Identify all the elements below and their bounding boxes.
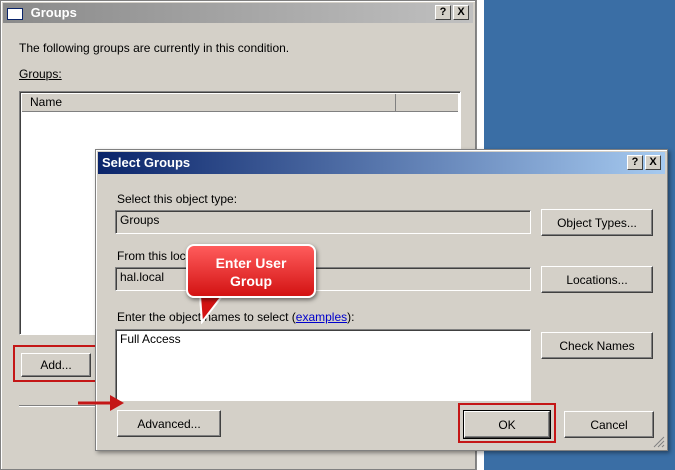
callout-bubble: Enter User Group (186, 244, 316, 298)
groups-title: Groups (30, 5, 77, 20)
close-button[interactable]: X (453, 5, 469, 20)
advanced-button[interactable]: Advanced... (117, 410, 221, 437)
ok-highlight (458, 403, 556, 443)
object-types-button[interactable]: Object Types... (541, 209, 653, 236)
object-type-field: Groups (115, 210, 531, 234)
callout-tail-icon (198, 296, 224, 324)
dialog-title: Select Groups (102, 155, 191, 170)
groups-list-label: Groups: (19, 67, 62, 81)
dialog-close-button[interactable]: X (645, 155, 661, 170)
resize-grip-icon[interactable] (651, 434, 665, 448)
help-button[interactable]: ? (435, 5, 451, 20)
dialog-titlebar: Select Groups ? X (98, 152, 665, 174)
groups-description: The following groups are currently in th… (19, 41, 290, 55)
object-type-label: Select this object type: (117, 192, 238, 206)
dialog-help-button[interactable]: ? (627, 155, 643, 170)
groups-titlebar: Groups ? X (3, 3, 473, 23)
cancel-button[interactable]: Cancel (564, 411, 654, 438)
window-icon (7, 7, 23, 20)
list-header: Name (22, 94, 458, 112)
locations-button[interactable]: Locations... (541, 266, 653, 293)
select-groups-dialog: Select Groups ? X Select this object typ… (95, 149, 668, 451)
object-names-label-suffix: ): (347, 310, 355, 324)
check-names-button[interactable]: Check Names (541, 332, 653, 359)
arrow-icon (78, 395, 124, 411)
object-names-label: Enter the object names to select (exampl… (117, 310, 354, 324)
examples-link[interactable]: examples (296, 310, 347, 324)
add-highlight (13, 345, 97, 382)
column-header-name[interactable]: Name (22, 94, 396, 112)
object-names-input[interactable]: Full Access (115, 329, 531, 401)
location-field: hal.local (115, 267, 531, 291)
